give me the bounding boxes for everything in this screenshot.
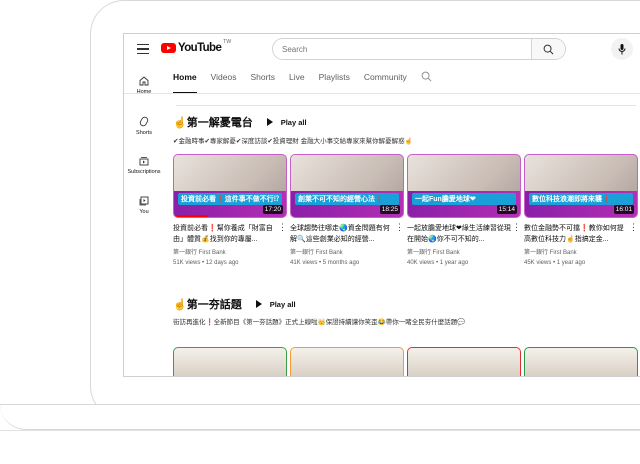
- search-button[interactable]: [531, 39, 565, 59]
- shorts-icon: [139, 116, 149, 127]
- you-icon: [139, 196, 149, 206]
- video-card[interactable]: 一起Fun膽愛地球❤ 15:14 一起放膽愛地球❤綠生活練習從現在開始🌏你不可不知…: [407, 154, 521, 268]
- section-description: ✔金融時事✔專家解憂✔深度訪談✔投資理財 金融大小事交給專家來幫你解憂解惑☝: [173, 138, 413, 145]
- view-count: 51K views: [173, 260, 201, 266]
- video-title[interactable]: 全球趨勢往哪走🌏資金問題有何解🔍這些創業必知的經營...: [290, 223, 404, 245]
- tabs-divider: [124, 93, 640, 94]
- sidebar-item-shorts[interactable]: Shorts: [124, 116, 164, 136]
- video-thumbnail[interactable]: [524, 347, 638, 376]
- channel-name[interactable]: 第一銀行 First Bank: [173, 248, 287, 258]
- thumbnail-caption: 數位科技浪潮即將來襲❗: [529, 193, 633, 205]
- view-count: 41K views: [290, 260, 318, 266]
- upload-age: 1 year ago: [556, 260, 586, 266]
- video-title[interactable]: 一起放膽愛地球❤綠生活練習從現在開始🌏你不可不知的...: [407, 223, 521, 245]
- video-thumbnail[interactable]: [173, 347, 287, 376]
- video-card[interactable]: [173, 347, 287, 376]
- video-thumbnail[interactable]: [407, 347, 521, 376]
- subscriptions-icon: [139, 157, 149, 166]
- play-all-button[interactable]: Play all: [256, 300, 296, 309]
- view-count: 45K views: [524, 260, 552, 266]
- section-header: ☝第一夯話題 Play all 街訪再進化❗全新節目《第一夯話題》正式上線啦👑保證…: [173, 296, 503, 328]
- video-card[interactable]: 創業不可不知的經營心法❗ 18:25 全球趨勢往哪走🌏資金問題有何解🔍這些創業必知…: [290, 154, 404, 268]
- video-card[interactable]: [524, 347, 638, 376]
- watch-progress: [174, 215, 208, 217]
- tab-home[interactable]: Home: [173, 72, 197, 93]
- channel-name[interactable]: 第一銀行 First Bank: [407, 248, 521, 258]
- tab-shorts[interactable]: Shorts: [250, 72, 275, 93]
- video-thumbnail[interactable]: [290, 347, 404, 376]
- video-duration: 18:25: [379, 205, 400, 214]
- thumbnail-caption: 創業不可不知的經營心法❗: [295, 193, 399, 205]
- section-description: 街訪再進化❗全新節目《第一夯話題》正式上線啦👑保證持續讓你笑歪😂帶你一睹全民夯什…: [173, 319, 466, 326]
- thumbnail-caption: 一起Fun膽愛地球❤: [412, 193, 516, 205]
- video-card[interactable]: 數位科技浪潮即將來襲❗ 16:01 數位金融勢不可擋❗教你如何提高數位科技力☝指搞…: [524, 154, 638, 268]
- microphone-icon: [618, 43, 626, 54]
- video-thumbnail[interactable]: 創業不可不知的經營心法❗ 18:25: [290, 154, 404, 218]
- menu-icon[interactable]: [137, 44, 149, 57]
- video-duration: 17:20: [262, 205, 283, 214]
- search-input[interactable]: [273, 39, 531, 59]
- thumbnail-caption: 投資前必看❗這件事不做不行⁉: [178, 193, 282, 205]
- video-title[interactable]: 投資前必看❗幫你養成「財富自由」體質💰找到你的專屬...: [173, 223, 287, 245]
- section-header: ☝第一解憂電台 Play all ✔金融時事✔專家解憂✔深度訪談✔投資理財 金融大…: [173, 114, 573, 145]
- laptop-base: [0, 404, 640, 430]
- voice-search-button[interactable]: [611, 38, 633, 60]
- tab-community[interactable]: Community: [364, 72, 407, 93]
- more-options-icon[interactable]: ⋮: [278, 222, 287, 233]
- video-thumbnail[interactable]: 一起Fun膽愛地球❤ 15:14: [407, 154, 521, 218]
- search-icon: [543, 44, 554, 54]
- video-duration: 16:01: [613, 205, 634, 214]
- upload-age: 1 year ago: [439, 260, 469, 266]
- youtube-play-icon: [161, 43, 176, 53]
- upload-age: 5 months ago: [322, 260, 360, 266]
- channel-name[interactable]: 第一銀行 First Bank: [524, 248, 638, 258]
- search-bar: [272, 38, 566, 60]
- channel-name[interactable]: 第一銀行 First Bank: [290, 248, 404, 258]
- video-card[interactable]: [407, 347, 521, 376]
- video-card[interactable]: [290, 347, 404, 376]
- play-all-button[interactable]: Play all: [267, 118, 307, 127]
- more-options-icon[interactable]: ⋮: [395, 222, 404, 233]
- channel-tabs: Home Videos Shorts Live Playlists Commun…: [173, 71, 432, 93]
- section-title: ☝第一夯話題: [173, 299, 242, 311]
- tab-playlists[interactable]: Playlists: [319, 72, 350, 93]
- home-icon: [139, 76, 149, 86]
- sidebar-item-you[interactable]: You: [124, 196, 164, 215]
- tab-live[interactable]: Live: [289, 72, 305, 93]
- more-options-icon[interactable]: ⋮: [512, 222, 521, 233]
- video-card[interactable]: 投資前必看❗這件事不做不行⁉ 17:20 投資前必看❗幫你養成「財富自由」體質💰找…: [173, 154, 287, 268]
- video-thumbnail[interactable]: 投資前必看❗這件事不做不行⁉ 17:20: [173, 154, 287, 218]
- view-count: 40K views: [407, 260, 435, 266]
- youtube-window: YouTube TW Home Shorts Subscriptions You…: [123, 33, 640, 377]
- more-options-icon[interactable]: ⋮: [629, 222, 638, 233]
- tab-videos[interactable]: Videos: [211, 72, 237, 93]
- section-title: ☝第一解憂電台: [173, 117, 253, 129]
- channel-search-icon[interactable]: [421, 71, 432, 82]
- section-divider: [176, 105, 636, 106]
- youtube-logo[interactable]: YouTube TW: [161, 39, 231, 54]
- upload-age: 12 days ago: [205, 260, 239, 266]
- video-title[interactable]: 數位金融勢不可擋❗教你如何提高數位科技力☝指搞定金...: [524, 223, 638, 245]
- video-thumbnail[interactable]: 數位科技浪潮即將來襲❗ 16:01: [524, 154, 638, 218]
- laptop-base-edge: [0, 430, 640, 460]
- sidebar-item-subscriptions[interactable]: Subscriptions: [124, 156, 164, 175]
- video-duration: 15:14: [496, 205, 517, 214]
